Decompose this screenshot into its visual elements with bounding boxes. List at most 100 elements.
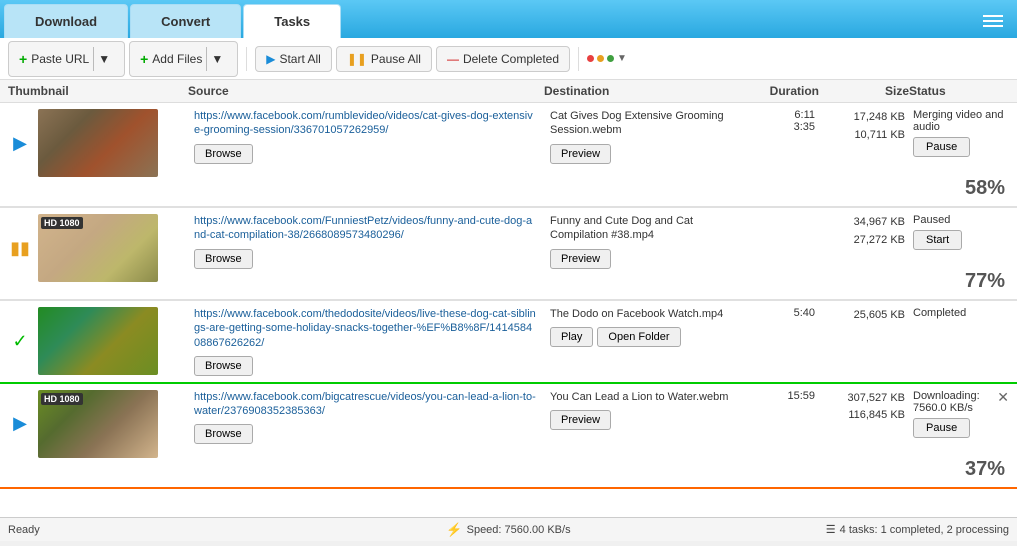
action-pause-button[interactable]: Pause [913, 137, 970, 157]
paste-url-button[interactable]: + Paste URL ▼ [8, 41, 125, 77]
add-dropdown-arrow[interactable]: ▼ [206, 47, 227, 71]
source-url: https://www.facebook.com/thedodosite/vid… [194, 307, 538, 350]
action-pause-button[interactable]: Pause [913, 418, 970, 438]
col-destination: Destination [544, 84, 739, 98]
dots-menu[interactable]: ▼ [587, 53, 627, 64]
source-cell: https://www.facebook.com/rumblevideo/vid… [188, 109, 544, 164]
progress-percent: 37% [913, 458, 1005, 481]
size-cell: 34,967 KB27,272 KB [819, 214, 909, 249]
open-folder-button[interactable]: Open Folder [597, 327, 680, 347]
browse-button[interactable]: Browse [194, 424, 253, 444]
browse-button[interactable]: Browse [194, 249, 253, 269]
preview-button[interactable]: Preview [550, 144, 611, 164]
destination-filename: The Dodo on Facebook Watch.mp4 [550, 307, 733, 321]
preview-button[interactable]: Preview [550, 249, 611, 269]
delete-completed-button[interactable]: — Delete Completed [436, 46, 570, 72]
start-all-button[interactable]: ▶ Start All [255, 46, 332, 72]
destination-cell: Funny and Cute Dog and Cat Compilation #… [544, 214, 739, 269]
thumbnail-image: HD 1080 [38, 390, 158, 458]
speed-icon: ⚡ [446, 522, 462, 538]
task-row-2: ▮▮ HD 1080 https://www.facebook.com/Funn… [0, 208, 1017, 301]
browse-button[interactable]: Browse [194, 144, 253, 164]
task-row-1: ▶ https://www.facebook.com/rumblevideo/v… [0, 103, 1017, 208]
dots-arrow: ▼ [617, 53, 627, 64]
thumbnail-image: HD 1080 [38, 214, 158, 282]
col-thumbnail: Thumbnail [8, 84, 188, 98]
duration-cell: 15:59 [739, 390, 819, 402]
destination-cell: The Dodo on Facebook Watch.mp4 PlayOpen … [544, 307, 739, 347]
tab-download[interactable]: Download [4, 4, 128, 38]
col-status: Status [909, 84, 1009, 98]
size-cell: 25,605 KB [819, 307, 909, 325]
source-cell: https://www.facebook.com/FunniestPetz/vi… [188, 214, 544, 269]
pause-all-button[interactable]: ❚❚ Pause All [336, 46, 432, 72]
destination-cell: You Can Lead a Lion to Water.webm Previe… [544, 390, 739, 430]
statusbar-speed: ⚡ Speed: 7560.00 KB/s [342, 522, 676, 538]
duration-cell: 5:40 [739, 307, 819, 319]
tasks-list-icon: ☰ [826, 523, 836, 536]
source-url: https://www.facebook.com/bigcatrescue/vi… [194, 390, 538, 419]
source-url: https://www.facebook.com/rumblevideo/vid… [194, 109, 538, 138]
add-files-button[interactable]: + Add Files ▼ [129, 41, 238, 77]
status-text: Downloading: 7560.0 KB/s [913, 390, 1005, 414]
plus-icon2: + [140, 51, 148, 67]
thumbnail-image [38, 307, 158, 375]
delete-icon: — [447, 52, 459, 66]
thumbnail-image [38, 109, 158, 177]
column-headers: Thumbnail Source Destination Duration Si… [0, 80, 1017, 103]
task-row-4: ▶ HD 1080 https://www.facebook.com/bigca… [0, 384, 1017, 489]
pause-icon: ❚❚ [347, 52, 367, 66]
col-size: Size [819, 84, 909, 98]
destination-filename: Funny and Cute Dog and Cat Compilation #… [550, 214, 733, 243]
status-text: Merging video and audio [913, 109, 1005, 133]
statusbar-ready: Ready [8, 524, 342, 536]
destination-filename: You Can Lead a Lion to Water.webm [550, 390, 733, 404]
separator2 [578, 47, 579, 71]
status-play-icon: ▶ [8, 412, 32, 436]
tab-tasks[interactable]: Tasks [243, 4, 341, 38]
source-url: https://www.facebook.com/FunniestPetz/vi… [194, 214, 538, 243]
close-button[interactable]: ✕ [997, 390, 1009, 404]
thumbnail-cell: ▶ [8, 109, 188, 177]
destination-cell: Cat Gives Dog Extensive Grooming Session… [544, 109, 739, 164]
hd-badge: HD 1080 [41, 393, 83, 405]
tasks-list: ▶ https://www.facebook.com/rumblevideo/v… [0, 103, 1017, 517]
header-tabs: Download Convert Tasks [0, 0, 1017, 38]
source-cell: https://www.facebook.com/thedodosite/vid… [188, 307, 544, 376]
preview-button[interactable]: Preview [550, 410, 611, 430]
dot-orange [597, 55, 604, 62]
browse-button[interactable]: Browse [194, 356, 253, 376]
statusbar-tasks: ☰ 4 tasks: 1 completed, 2 processing [675, 523, 1009, 536]
hd-badge: HD 1080 [41, 217, 83, 229]
progress-percent: 77% [913, 270, 1005, 293]
thumbnail-cell: ✓ [8, 307, 188, 375]
thumbnail-cell: ▮▮ HD 1080 [8, 214, 188, 282]
status-play-icon: ▶ [8, 131, 32, 155]
tab-convert[interactable]: Convert [130, 4, 241, 38]
play-icon: ▶ [266, 52, 275, 66]
play-button[interactable]: Play [550, 327, 593, 347]
paste-dropdown-arrow[interactable]: ▼ [93, 47, 114, 71]
status-cell: Completed [909, 307, 1009, 323]
col-duration: Duration [739, 84, 819, 98]
dot-red [587, 55, 594, 62]
toolbar: + Paste URL ▼ + Add Files ▼ ▶ Start All … [0, 38, 1017, 80]
progress-percent: 58% [913, 177, 1005, 200]
status-text: Paused [913, 214, 1005, 226]
action-start-button[interactable]: Start [913, 230, 962, 250]
dot-green [607, 55, 614, 62]
col-source: Source [188, 84, 544, 98]
header-menu [979, 4, 1013, 38]
menu-button[interactable] [979, 11, 1007, 31]
thumbnail-cell: ▶ HD 1080 [8, 390, 188, 458]
status-cell: Merging video and audio Pause 58% [909, 109, 1009, 200]
status-text: Completed [913, 307, 1005, 319]
status-cell: Paused Start 77% [909, 214, 1009, 293]
status-pause-icon: ▮▮ [8, 236, 32, 260]
status-complete-icon: ✓ [8, 329, 32, 353]
source-cell: https://www.facebook.com/bigcatrescue/vi… [188, 390, 544, 445]
app-container: Download Convert Tasks + Paste URL ▼ + A… [0, 0, 1017, 541]
size-cell: 307,527 KB116,845 KB [819, 390, 909, 425]
destination-filename: Cat Gives Dog Extensive Grooming Session… [550, 109, 733, 138]
size-cell: 17,248 KB10,711 KB [819, 109, 909, 144]
